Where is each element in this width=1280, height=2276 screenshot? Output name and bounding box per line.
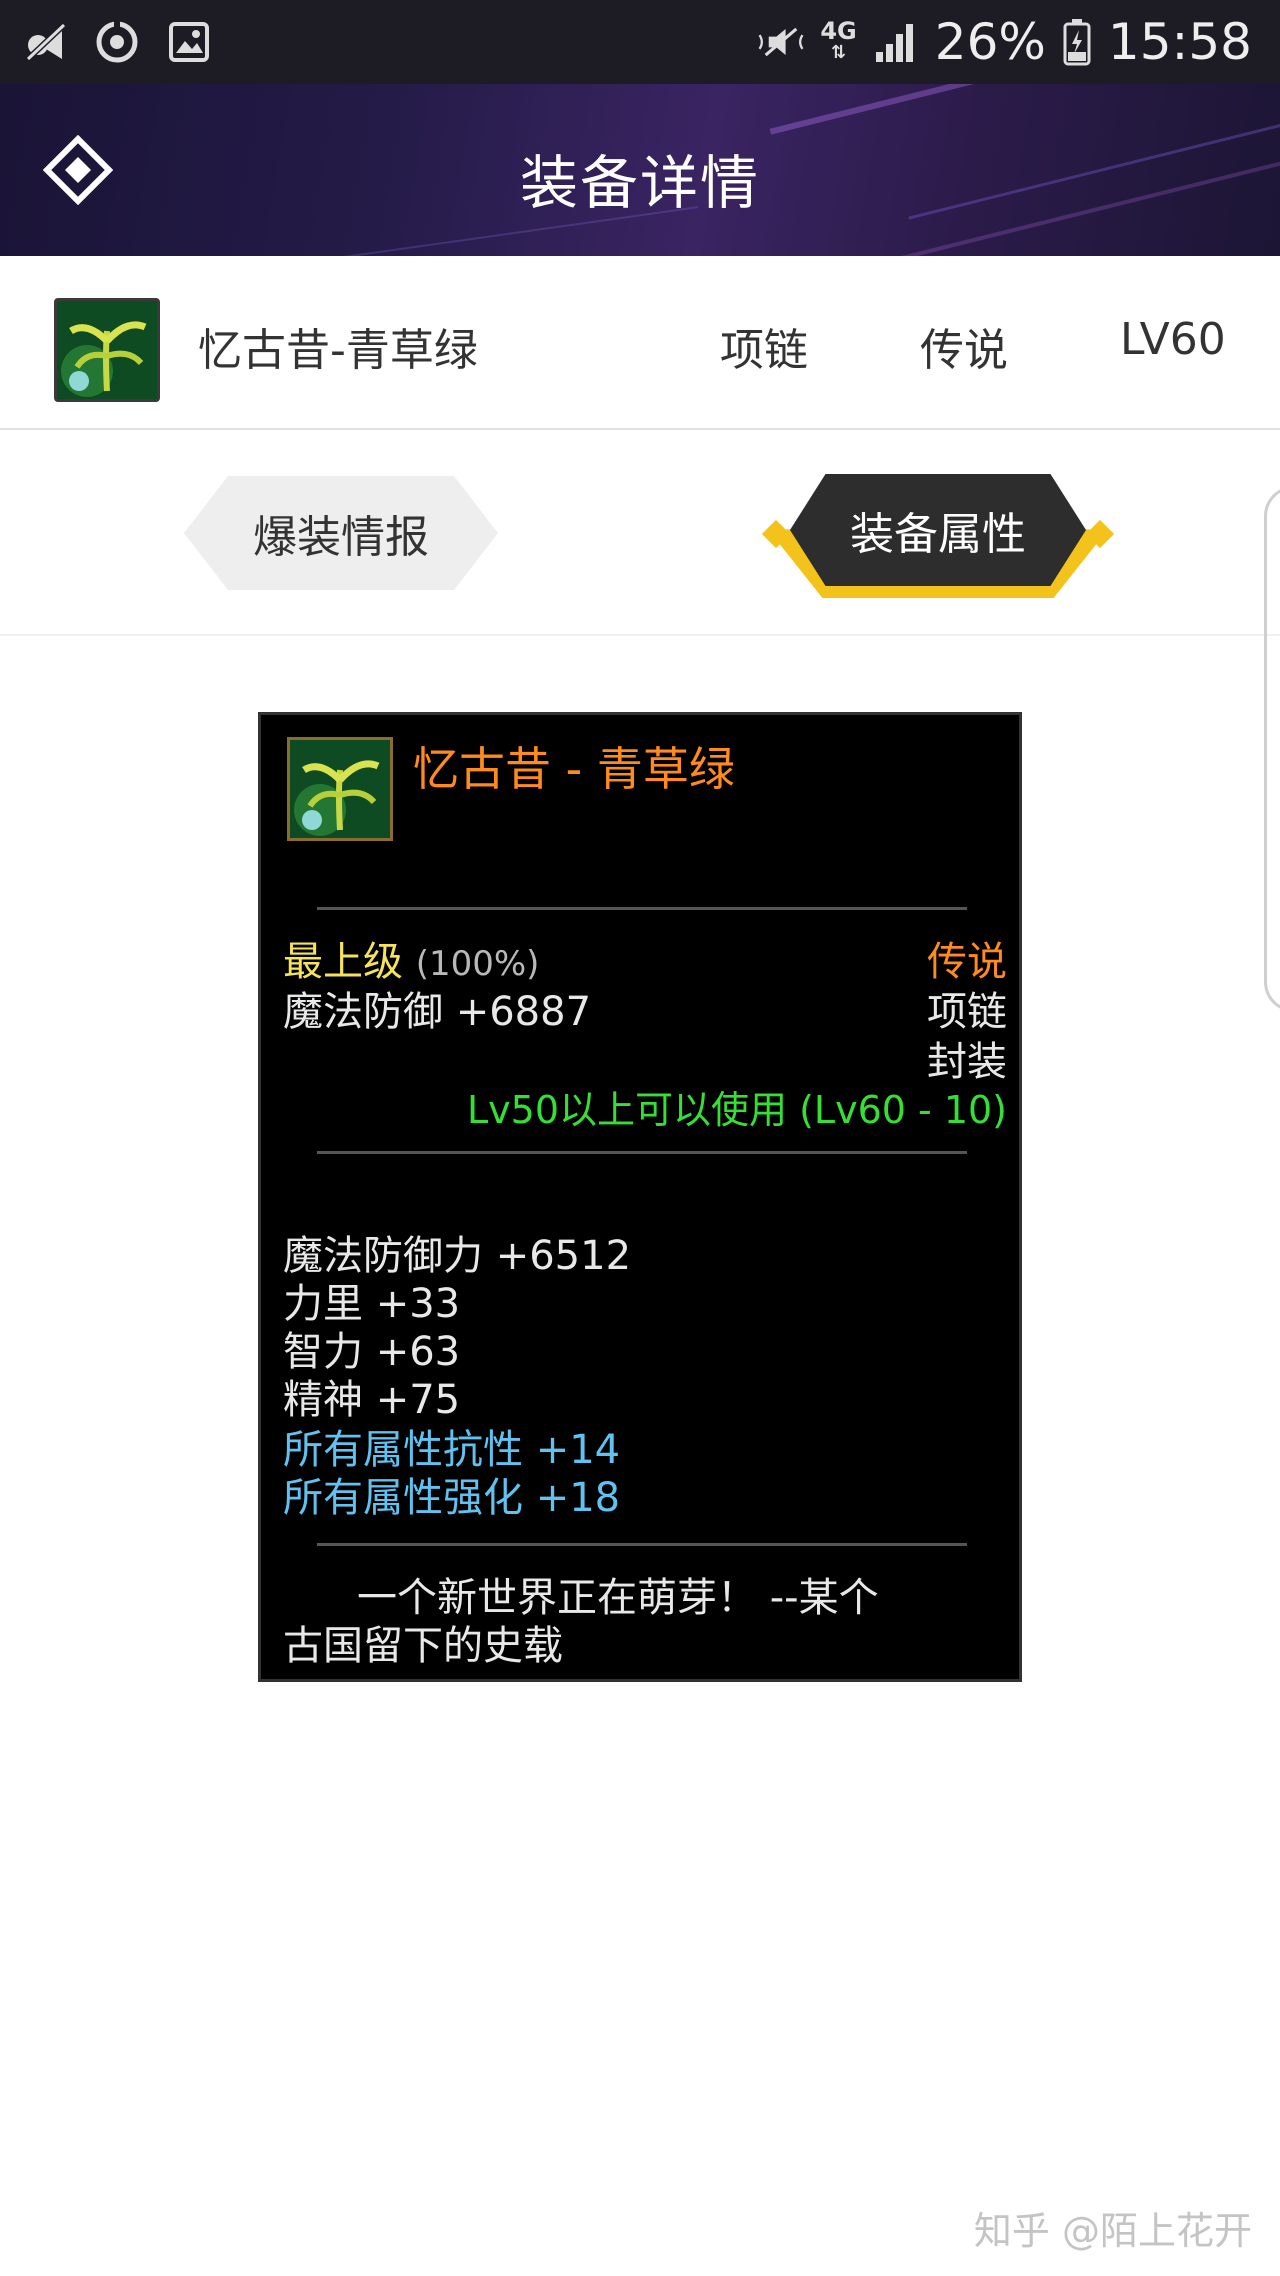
tab-bar: 爆装情报 装备属性 (0, 430, 1280, 636)
item-icon (54, 298, 160, 402)
item-summary: 忆古昔-青草绿 项链 传说 LV60 (0, 256, 1280, 430)
watermark: 知乎 @陌上花开 (973, 2209, 1252, 2253)
tooltip-grade-percent: (100%) (415, 944, 540, 984)
battery-icon (1062, 19, 1092, 66)
tooltip-requirement: Lv50以上可以使用 (Lv60 - 10) (467, 1088, 1007, 1132)
network-label: 4G (820, 17, 857, 45)
tooltip-flavor-text: 古国留下的史载 (283, 1623, 563, 1669)
tab-equipment-attributes-label: 装备属性 (850, 509, 1026, 560)
tab-drop-info-label: 爆装情报 (253, 512, 429, 563)
signal-icon (873, 19, 919, 65)
tooltip-divider (317, 907, 967, 910)
tab-active-body: 装备属性 (790, 474, 1086, 586)
network-type: 4G ⇅ (820, 17, 857, 63)
no-disturb-icon (22, 19, 68, 65)
tab-equipment-attributes[interactable]: 装备属性 (761, 470, 1115, 600)
sync-icon (94, 19, 140, 65)
tooltip-base-stat: 魔法防御 +6887 (283, 989, 592, 1035)
item-type: 项链 (720, 325, 808, 376)
status-notification-icons (22, 18, 212, 66)
item-tooltip-image: 忆古昔 - 青草绿 最上级 (100%) 传说 魔法防御 +6887 项链 封装… (258, 712, 1022, 1682)
item-level: LV60 (1120, 314, 1226, 365)
clock: 15:58 (1107, 13, 1252, 71)
item-rarity: 传说 (920, 325, 1008, 376)
tab-drop-info[interactable]: 爆装情报 (184, 476, 498, 590)
tooltip-divider (317, 1543, 967, 1546)
battery-percent: 26% (934, 13, 1046, 71)
app-header: 装备详情 (0, 84, 1280, 256)
tooltip-stat-special: 所有属性强化 +18 (283, 1475, 621, 1521)
image-icon (166, 19, 212, 65)
mute-icon (758, 19, 804, 65)
status-bar: 4G ⇅ 26% 15:58 (0, 0, 1280, 84)
side-drawer-handle[interactable] (1264, 486, 1280, 1012)
tooltip-title: 忆古昔 - 青草绿 (413, 742, 735, 796)
tooltip-divider (317, 1151, 967, 1154)
tooltip-item-icon (287, 737, 393, 841)
page-title: 装备详情 (519, 149, 760, 217)
status-system-icons: 4G ⇅ 26% 15:58 (758, 10, 1252, 74)
item-name: 忆古昔-青草绿 (198, 325, 478, 376)
